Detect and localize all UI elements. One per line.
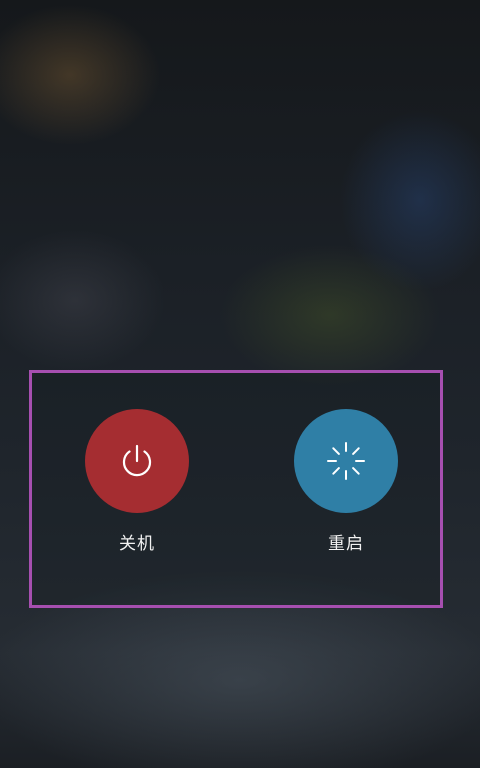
shutdown-button[interactable] — [85, 409, 189, 513]
shutdown-option[interactable]: 关机 — [85, 409, 189, 554]
restart-button[interactable] — [294, 409, 398, 513]
power-icon — [122, 444, 152, 477]
shutdown-label: 关机 — [119, 534, 155, 554]
power-options-panel: 关机 重启 — [29, 370, 443, 608]
restart-option[interactable]: 重启 — [294, 409, 398, 554]
restart-icon — [327, 442, 365, 480]
restart-label: 重启 — [328, 534, 364, 554]
